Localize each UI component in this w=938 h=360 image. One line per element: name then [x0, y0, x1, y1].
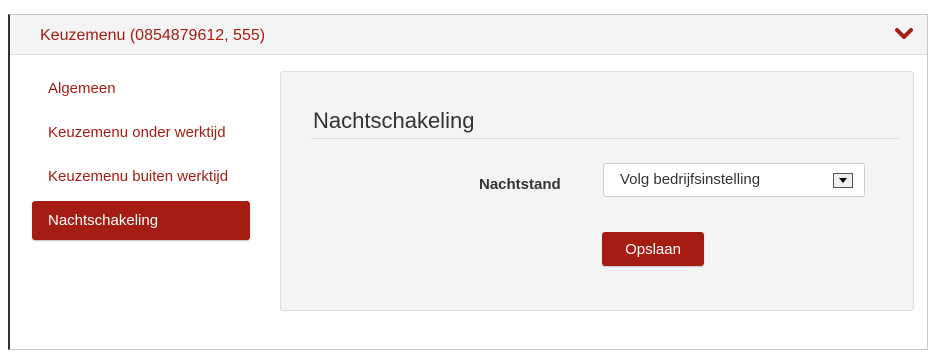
chevron-down-icon[interactable]: [895, 26, 913, 42]
nachtstand-select-value: Volg bedrijfsinstelling: [620, 171, 761, 188]
content-panel: Nachtschakeling Nachtstand Volg bedrijfs…: [280, 71, 914, 311]
title-divider: [311, 138, 899, 139]
keuzemenu-panel: Keuzemenu (0854879612, 555) Algemeen Keu…: [8, 14, 928, 350]
save-button[interactable]: Opslaan: [602, 232, 704, 266]
sidebar-item-keuzemenu-onder-werktijd[interactable]: Keuzemenu onder werktijd: [32, 113, 250, 152]
page-title: Nachtschakeling: [313, 108, 475, 133]
dropdown-arrow-icon[interactable]: [833, 173, 853, 188]
panel-header[interactable]: Keuzemenu (0854879612, 555): [10, 15, 927, 55]
panel-title: Keuzemenu (0854879612, 555): [40, 27, 266, 44]
sidebar-item-nachtschakeling[interactable]: Nachtschakeling: [32, 201, 250, 240]
nachtstand-select[interactable]: Volg bedrijfsinstelling: [603, 163, 865, 197]
sidebar-item-keuzemenu-buiten-werktijd[interactable]: Keuzemenu buiten werktijd: [32, 157, 250, 196]
sidebar-item-algemeen[interactable]: Algemeen: [32, 69, 250, 108]
sidebar-nav: Algemeen Keuzemenu onder werktijd Keuzem…: [32, 69, 250, 240]
nachtstand-label: Nachtstand: [479, 176, 561, 193]
